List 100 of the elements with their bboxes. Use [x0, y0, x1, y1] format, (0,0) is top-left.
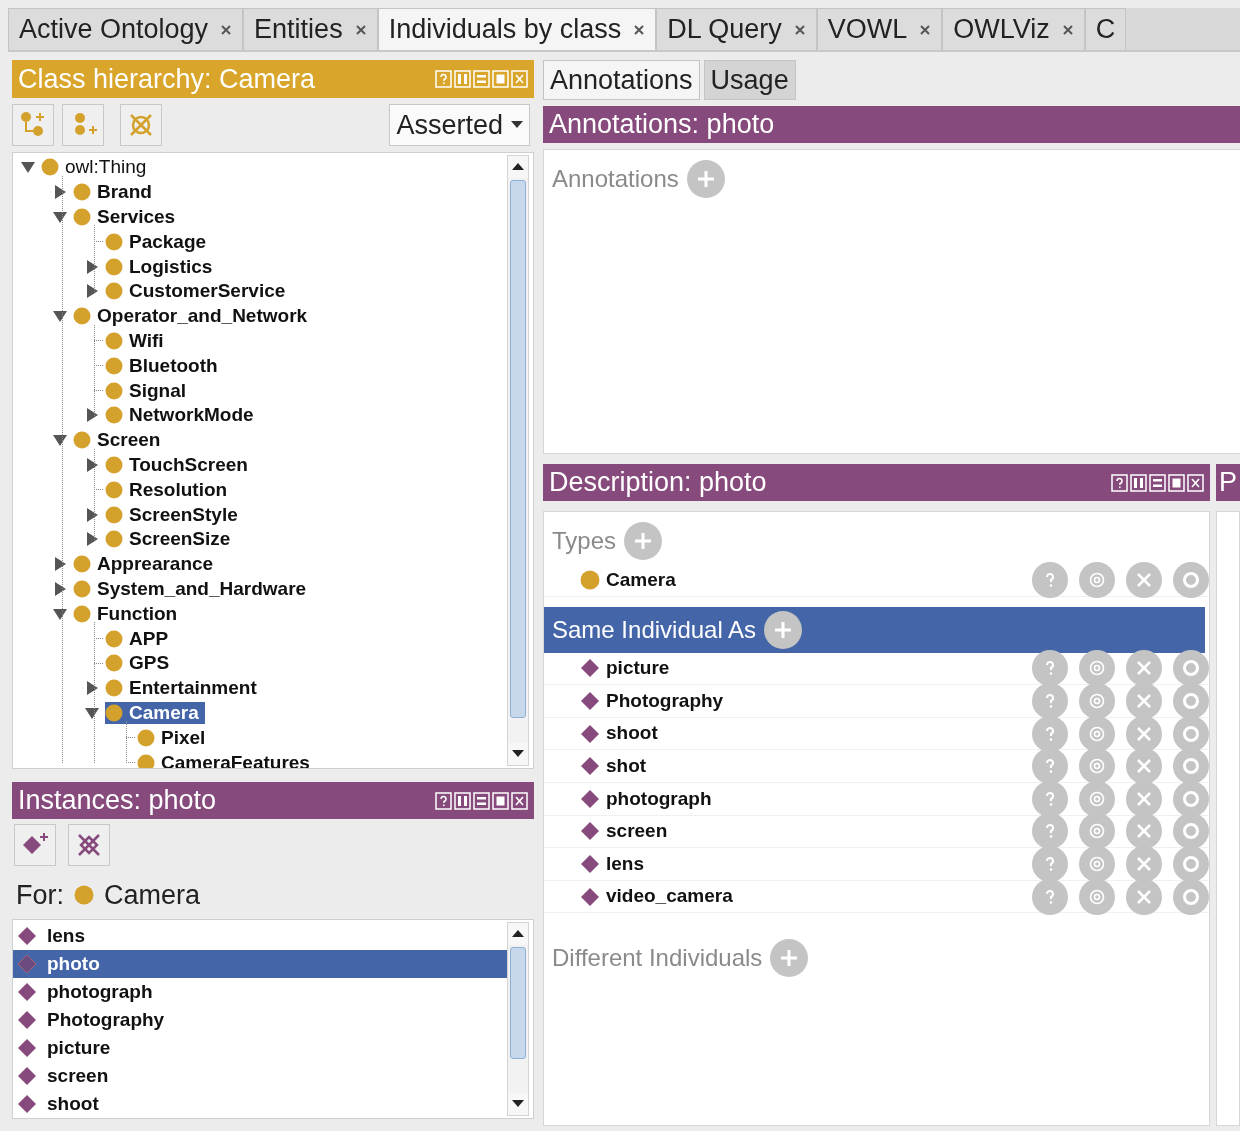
tree-item[interactable]: Brand [73, 181, 158, 204]
scroll-up-button[interactable] [508, 923, 528, 945]
delete-individual-button[interactable] [68, 824, 110, 866]
tree-item[interactable]: System_and_Hardware [73, 577, 313, 600]
tab[interactable]: C [1084, 8, 1127, 50]
tree-item[interactable]: owl:Thing [41, 156, 153, 179]
tab[interactable]: OWLViz [942, 8, 1085, 50]
list-item[interactable]: lens [13, 922, 507, 950]
list-item[interactable]: shoot [13, 1090, 507, 1118]
tree-item[interactable]: Bluetooth [105, 354, 224, 377]
scroll-down-button[interactable] [508, 743, 528, 765]
class-icon [105, 455, 123, 474]
expand-arrow-icon[interactable] [53, 581, 67, 596]
tree-item[interactable]: GPS [105, 652, 176, 675]
tree-item[interactable]: Services [73, 206, 182, 228]
maximize-button[interactable] [1168, 473, 1185, 492]
collapse-arrow-icon[interactable] [53, 606, 67, 621]
scroll-down-button[interactable] [508, 1093, 528, 1115]
collapse-arrow-icon[interactable] [53, 433, 67, 448]
expand-arrow-icon[interactable] [85, 507, 99, 522]
expand-arrow-icon[interactable] [85, 457, 99, 472]
add-sibling-button[interactable] [62, 104, 104, 146]
help-button[interactable] [1032, 650, 1068, 687]
expand-arrow-icon[interactable] [85, 408, 99, 423]
split-button[interactable] [454, 791, 471, 810]
tree-item[interactable]: ScreenStyle [105, 503, 244, 526]
tree-item[interactable]: CustomerService [105, 280, 292, 303]
help-button[interactable] [1111, 473, 1128, 492]
close-icon[interactable] [220, 23, 233, 36]
tree-item[interactable]: Wifi [105, 329, 170, 352]
tree-item[interactable]: Apprearance [73, 553, 220, 576]
tree-item[interactable]: Entertainment [105, 677, 263, 700]
tree-item[interactable]: Logistics [105, 255, 219, 278]
list-item[interactable]: photograph [13, 978, 507, 1006]
maximize-button[interactable] [492, 791, 509, 810]
help-button[interactable] [435, 791, 452, 810]
list-item[interactable]: photo [13, 950, 507, 978]
section-label: Annotations [552, 164, 679, 194]
close-button[interactable] [1187, 473, 1204, 492]
close-icon[interactable] [1061, 23, 1074, 36]
close-icon[interactable] [633, 23, 646, 36]
entity-name: lens [606, 851, 646, 876]
class-icon [73, 208, 91, 226]
stack-button[interactable] [1149, 473, 1166, 492]
expand-arrow-icon[interactable] [53, 185, 67, 200]
annotation-icon [1088, 659, 1106, 678]
tab[interactable]: Entities [243, 8, 378, 50]
ring-icon [1182, 887, 1200, 906]
stack-button[interactable] [473, 791, 490, 810]
list-item[interactable]: Photography [13, 1006, 507, 1034]
scrollbar-thumb[interactable] [510, 180, 526, 718]
add-individual-button[interactable] [14, 824, 56, 866]
annotate-button[interactable] [1079, 650, 1115, 687]
tab[interactable]: DL Query [656, 8, 817, 50]
tab[interactable]: Individuals by class [377, 8, 657, 50]
scroll-up-button[interactable] [508, 156, 528, 178]
scrollbar-thumb[interactable] [510, 947, 526, 1059]
expand-arrow-icon[interactable] [85, 681, 99, 696]
collapse-arrow-icon[interactable] [53, 309, 67, 324]
list-item[interactable]: screen [13, 1062, 507, 1090]
add-button[interactable] [764, 610, 803, 649]
tree-item[interactable]: CameraFeatures [137, 751, 316, 768]
tab[interactable]: Usage [703, 60, 796, 100]
list-item[interactable]: picture [13, 1034, 507, 1062]
edit-button[interactable] [1173, 650, 1209, 687]
close-icon[interactable] [919, 23, 932, 36]
delete-button[interactable] [1126, 650, 1162, 687]
collapse-arrow-icon[interactable] [21, 160, 35, 175]
expand-arrow-icon[interactable] [85, 532, 99, 547]
expand-arrow-icon[interactable] [85, 284, 99, 299]
tree-item[interactable]: TouchScreen [105, 453, 254, 476]
expand-arrow-icon[interactable] [53, 557, 67, 572]
add-subclass-button[interactable] [12, 104, 54, 146]
tree-item[interactable]: Resolution [105, 478, 234, 501]
tree-item[interactable]: Pixel [137, 726, 212, 749]
tree-item[interactable]: Operator_and_Network [73, 305, 314, 328]
close-button[interactable] [511, 791, 528, 810]
expand-arrow-icon[interactable] [85, 259, 99, 274]
tree-item[interactable]: NetworkMode [105, 404, 260, 427]
collapse-arrow-icon[interactable] [85, 705, 99, 720]
tree-item[interactable]: Package [105, 230, 213, 253]
tab[interactable]: Active Ontology [8, 8, 244, 50]
split-button[interactable] [1130, 473, 1147, 492]
plus-icon [773, 619, 794, 640]
tab[interactable]: VOWL [816, 8, 943, 50]
collapse-arrow-icon[interactable] [53, 210, 67, 224]
delete-class-button[interactable] [120, 104, 162, 146]
scrollbar[interactable] [507, 155, 529, 766]
view-mode-dropdown[interactable]: Asserted [389, 104, 530, 146]
tree-item[interactable]: Signal [105, 379, 192, 402]
tab[interactable]: Annotations [543, 60, 700, 100]
tree-item[interactable]: ScreenSize [105, 528, 237, 551]
tree-item[interactable]: Screen [73, 429, 167, 452]
tree-item[interactable]: Function [73, 602, 184, 625]
tree-item[interactable]: APP [105, 627, 175, 650]
tree-item[interactable]: Camera [105, 701, 205, 724]
close-icon[interactable] [793, 23, 806, 36]
scrollbar[interactable] [507, 922, 529, 1116]
entity-name: Photography [606, 688, 725, 713]
close-icon[interactable] [354, 23, 367, 36]
